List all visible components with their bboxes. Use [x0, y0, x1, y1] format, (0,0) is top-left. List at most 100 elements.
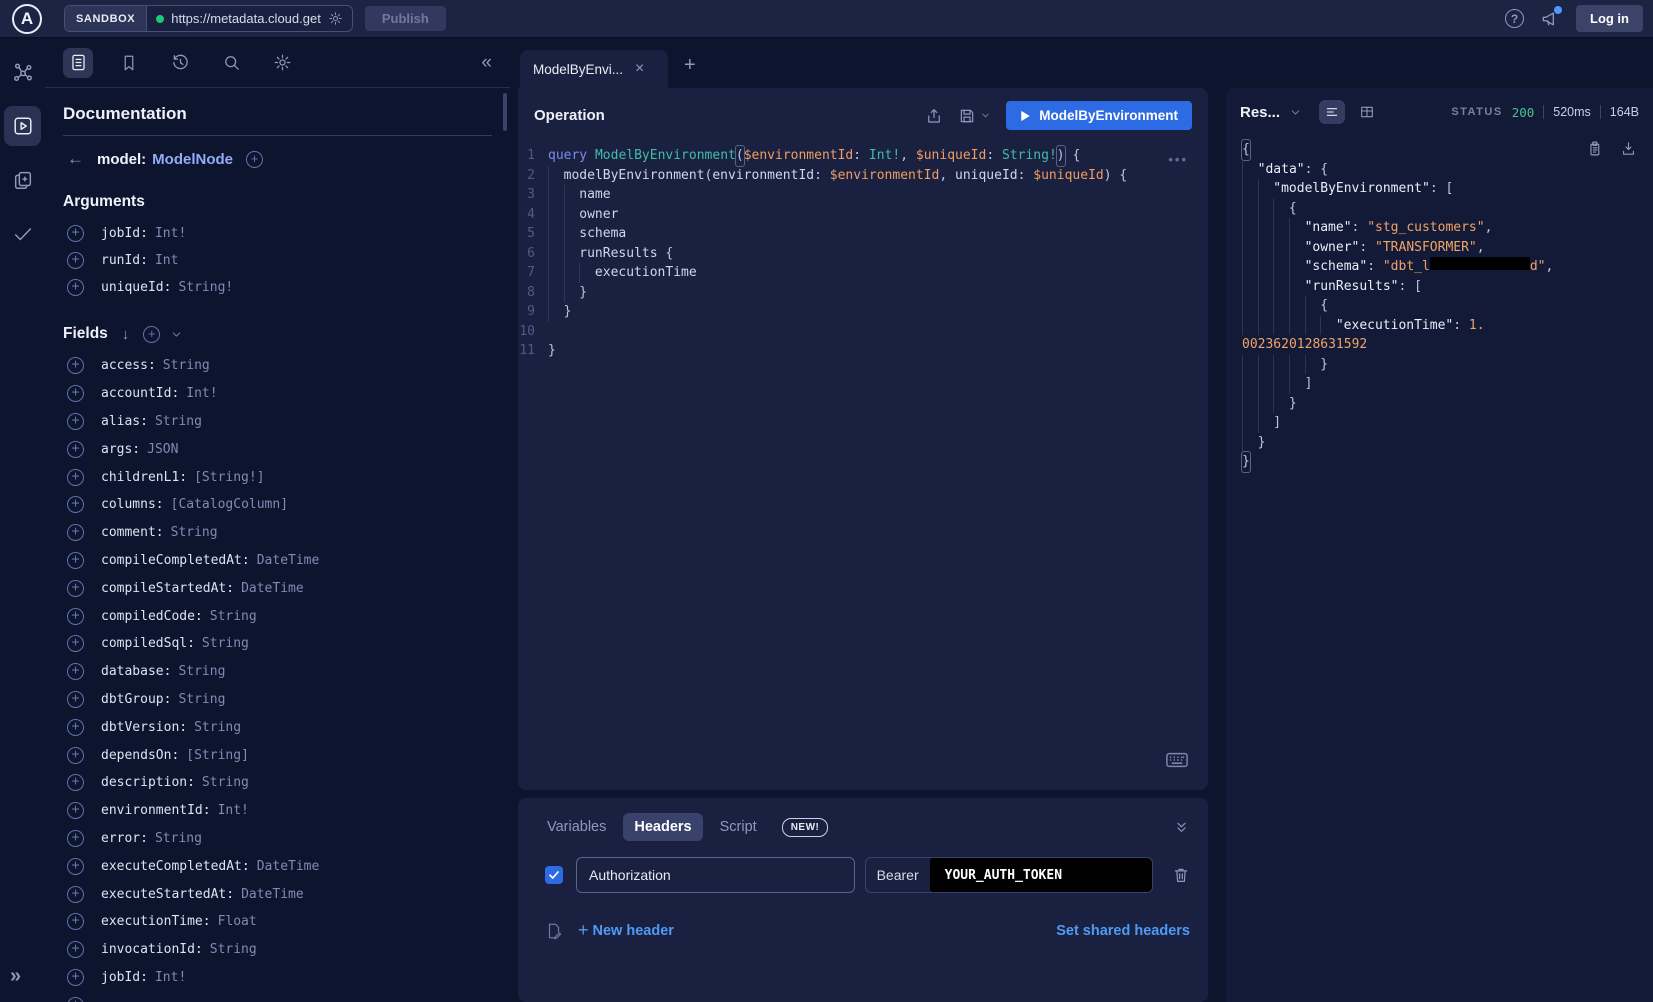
- announcements-megaphone-icon[interactable]: [1540, 9, 1560, 29]
- sort-fields-icon[interactable]: ↓: [122, 326, 130, 343]
- add-to-query-icon[interactable]: +: [67, 691, 84, 708]
- chevron-down-icon[interactable]: [170, 328, 183, 341]
- add-to-query-icon[interactable]: +: [67, 608, 84, 625]
- operation-tab[interactable]: ModelByEnvi... ×: [520, 50, 668, 88]
- operation-menu-icon[interactable]: •••: [1168, 152, 1188, 167]
- json-view-icon[interactable]: [1319, 100, 1345, 124]
- add-to-query-icon[interactable]: +: [67, 886, 84, 903]
- doc-field-row[interactable]: +dbtVersion:String: [45, 713, 510, 741]
- header-key-input[interactable]: [576, 857, 855, 893]
- docs-scrollbar[interactable]: [503, 93, 507, 131]
- doc-field-row[interactable]: +accountId:Int!: [45, 380, 510, 408]
- field-type[interactable]: String: [210, 609, 257, 624]
- table-view-icon[interactable]: [1354, 100, 1380, 124]
- history-icon[interactable]: [165, 48, 195, 78]
- doc-field-row[interactable]: +columns:[CatalogColumn]: [45, 491, 510, 519]
- login-button[interactable]: Log in: [1576, 5, 1643, 32]
- add-to-query-icon[interactable]: +: [67, 469, 84, 486]
- share-operation-icon[interactable]: [925, 107, 943, 125]
- publish-button[interactable]: Publish: [365, 6, 446, 31]
- add-to-query-icon[interactable]: +: [67, 747, 84, 764]
- add-to-query-icon[interactable]: +: [67, 524, 84, 541]
- tab-script[interactable]: Script: [709, 813, 768, 841]
- add-field-icon[interactable]: +: [246, 151, 263, 168]
- field-type[interactable]: String: [210, 942, 257, 957]
- field-type[interactable]: String: [178, 664, 225, 679]
- field-type[interactable]: DateTime: [257, 553, 320, 568]
- add-to-query-icon[interactable]: +: [67, 580, 84, 597]
- tab-variables[interactable]: Variables: [536, 813, 617, 841]
- doc-field-row[interactable]: +executeStartedAt:DateTime: [45, 880, 510, 908]
- add-to-query-icon[interactable]: +: [67, 225, 84, 242]
- field-type[interactable]: Int!: [155, 970, 186, 985]
- bookmark-icon[interactable]: [114, 48, 144, 78]
- endpoint-url[interactable]: https://metadata.cloud.get: [171, 11, 321, 26]
- add-to-query-icon[interactable]: +: [67, 941, 84, 958]
- new-header-button[interactable]: + New header: [578, 920, 674, 941]
- field-type[interactable]: String: [171, 525, 218, 540]
- add-all-fields-icon[interactable]: +: [143, 326, 160, 343]
- save-chevron-down-icon[interactable]: [980, 110, 991, 121]
- field-type[interactable]: JSON: [147, 442, 178, 457]
- save-operation-control[interactable]: [958, 107, 991, 125]
- doc-field-row[interactable]: +compiledCode:String: [45, 602, 510, 630]
- download-response-icon[interactable]: [1620, 140, 1637, 157]
- operation-editor[interactable]: 1query ModelByEnvironment($environmentId…: [518, 138, 1208, 361]
- doc-field-row[interactable]: +description:String: [45, 769, 510, 797]
- back-arrow-icon[interactable]: ←: [67, 149, 84, 169]
- add-to-query-icon[interactable]: +: [67, 913, 84, 930]
- field-type[interactable]: Int!: [218, 803, 249, 818]
- expand-rail-icon[interactable]: »: [10, 965, 21, 988]
- doc-field-row[interactable]: +compileStartedAt:DateTime: [45, 574, 510, 602]
- add-to-query-icon[interactable]: +: [67, 997, 84, 1002]
- close-tab-icon[interactable]: ×: [635, 61, 644, 77]
- doc-field-row[interactable]: +dependsOn:[String]: [45, 741, 510, 769]
- field-type[interactable]: String: [202, 775, 249, 790]
- add-to-query-icon[interactable]: +: [67, 858, 84, 875]
- field-type[interactable]: DateTime: [241, 887, 304, 902]
- doc-field-row[interactable]: +environmentId:Int!: [45, 797, 510, 825]
- field-type[interactable]: DateTime: [241, 581, 304, 596]
- doc-field-row[interactable]: +alias:String: [45, 408, 510, 436]
- doc-field-row[interactable]: +invocationId:String: [45, 936, 510, 964]
- header-value-field[interactable]: Bearer YOUR_AUTH_TOKEN: [865, 857, 1153, 893]
- keyboard-shortcuts-icon[interactable]: [1166, 752, 1188, 768]
- auth-token-redacted[interactable]: YOUR_AUTH_TOKEN: [930, 858, 1152, 892]
- doc-field-row[interactable]: +uniqueId:String!: [45, 274, 510, 301]
- operation-collections-icon[interactable]: [0, 160, 45, 200]
- field-type[interactable]: String: [155, 414, 202, 429]
- add-to-query-icon[interactable]: +: [67, 802, 84, 819]
- doc-field-row[interactable]: +access:String: [45, 352, 510, 380]
- add-to-query-icon[interactable]: +: [67, 663, 84, 680]
- doc-field-row[interactable]: +jobId:Int!: [45, 964, 510, 992]
- field-type[interactable]: String: [178, 692, 225, 707]
- edit-headers-document-icon[interactable]: [545, 922, 563, 940]
- collapse-panel-icon[interactable]: «: [481, 52, 492, 74]
- explorer-play-icon[interactable]: [4, 106, 41, 146]
- field-type[interactable]: Int!: [186, 386, 217, 401]
- add-to-query-icon[interactable]: +: [67, 969, 84, 986]
- add-to-query-icon[interactable]: +: [67, 635, 84, 652]
- run-operation-button[interactable]: ModelByEnvironment: [1006, 101, 1192, 130]
- field-type[interactable]: [String!]: [194, 470, 264, 485]
- schema-graph-icon[interactable]: [0, 52, 45, 92]
- add-to-query-icon[interactable]: +: [67, 552, 84, 569]
- doc-field-row[interactable]: +executeCompletedAt:DateTime: [45, 852, 510, 880]
- add-to-query-icon[interactable]: +: [67, 830, 84, 847]
- doc-field-row[interactable]: +jobId:Int!: [45, 220, 510, 247]
- collapse-request-panel-icon[interactable]: [1173, 819, 1190, 836]
- field-type[interactable]: DateTime: [257, 859, 320, 874]
- field-type[interactable]: Int!: [155, 226, 186, 241]
- doc-field-row[interactable]: +compileCompletedAt:DateTime: [45, 547, 510, 575]
- search-icon[interactable]: [216, 48, 246, 78]
- response-dropdown[interactable]: Res...: [1240, 104, 1280, 121]
- field-type[interactable]: [CatalogColumn]: [171, 497, 288, 512]
- add-to-query-icon[interactable]: +: [67, 357, 84, 374]
- doc-field-row[interactable]: +compiledSql:String: [45, 630, 510, 658]
- doc-field-row-partial[interactable]: +: [45, 991, 510, 1002]
- add-to-query-icon[interactable]: +: [67, 774, 84, 791]
- settings-gear-icon[interactable]: [267, 48, 297, 78]
- field-type[interactable]: Int: [155, 253, 178, 268]
- checks-icon[interactable]: [0, 214, 45, 254]
- delete-header-icon[interactable]: [1172, 866, 1190, 884]
